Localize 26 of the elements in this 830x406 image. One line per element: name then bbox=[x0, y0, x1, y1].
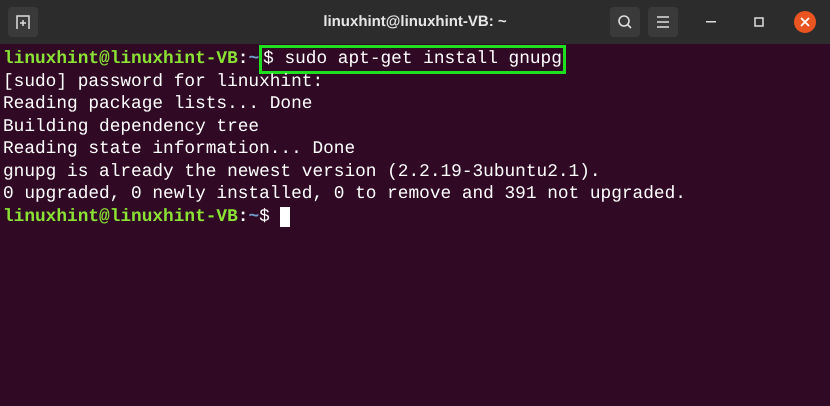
maximize-icon bbox=[754, 17, 764, 27]
output-line: 0 upgraded, 0 newly installed, 0 to remove and 391 not upgraded. bbox=[3, 183, 686, 206]
output-line: Reading state information... Done bbox=[3, 138, 356, 160]
new-tab-button[interactable] bbox=[8, 7, 38, 37]
close-icon bbox=[800, 17, 810, 27]
new-tab-icon bbox=[15, 14, 31, 30]
minimize-icon bbox=[706, 21, 716, 23]
close-button[interactable] bbox=[794, 11, 816, 33]
prompt-separator: : bbox=[238, 48, 248, 70]
prompt-user-host: linuxhint@linuxhint-VB bbox=[3, 206, 238, 228]
output-line: Reading package lists... Done bbox=[3, 93, 312, 116]
prompt-symbol: $ bbox=[263, 48, 274, 70]
output-line: gnupg is already the newest version (2.2.19-3ubuntu2.1). bbox=[3, 160, 601, 183]
menu-button[interactable] bbox=[648, 7, 678, 37]
window-title: linuxhint@linuxhint-VB: ~ bbox=[323, 12, 507, 32]
prompt-separator: : bbox=[238, 206, 248, 228]
search-button[interactable] bbox=[610, 7, 640, 37]
output-line: [sudo] password for linuxhint: bbox=[3, 70, 324, 93]
prompt-symbol: $ bbox=[259, 206, 270, 228]
prompt-path: ~ bbox=[248, 206, 260, 228]
command-text: sudo apt-get install gnupg bbox=[283, 48, 562, 70]
output-line: Building dependency tree bbox=[3, 116, 260, 138]
prompt-path: ~ bbox=[248, 48, 260, 70]
search-icon bbox=[617, 14, 633, 30]
prompt-user-host: linuxhint@linuxhint-VB bbox=[3, 48, 238, 70]
menu-icon bbox=[656, 16, 670, 28]
